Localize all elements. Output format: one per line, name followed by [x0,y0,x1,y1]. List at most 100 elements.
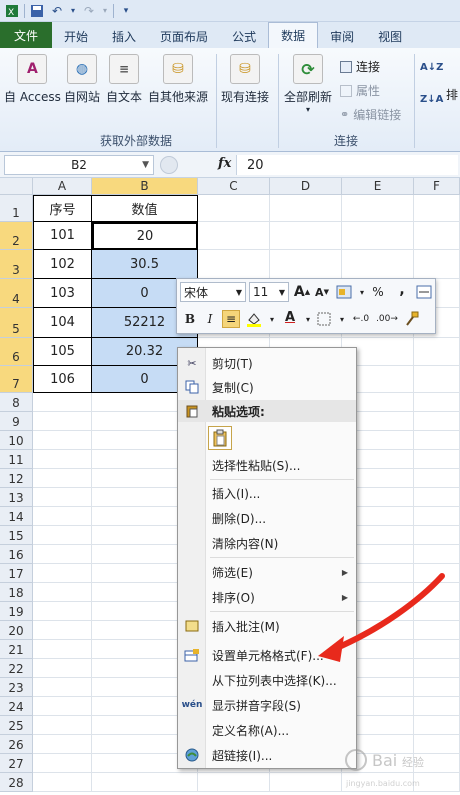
empty-cell[interactable] [33,773,92,792]
select-all-corner[interactable] [0,178,33,195]
empty-cell[interactable] [414,507,460,526]
row-header[interactable]: 18 [0,583,33,602]
insert-function-icon[interactable]: fx [218,156,231,171]
column-header-b[interactable]: B [92,178,198,195]
row-header[interactable]: 6 [0,338,33,366]
empty-cell[interactable] [33,621,92,640]
row-header[interactable]: 7 [0,366,33,393]
tab-insert[interactable]: 插入 [100,24,148,48]
font-size-box[interactable]: 11 ▼ [249,282,289,302]
cell-b2[interactable]: 20 [92,222,198,250]
redo-dropdown-icon[interactable]: ▾ [101,3,109,19]
font-size-dropdown-icon[interactable]: ▼ [279,288,285,297]
cell-styles-icon[interactable] [335,283,353,301]
menu-item-clear-contents[interactable]: 清除内容(N) [178,532,356,554]
from-access-button[interactable]: A 自 Access [4,54,61,105]
cell-a3[interactable]: 102 [33,250,92,279]
empty-cell[interactable] [414,526,460,545]
row-header[interactable]: 9 [0,412,33,431]
column-header-d[interactable]: D [270,178,342,195]
tab-formulas[interactable]: 公式 [220,24,268,48]
column-header-a[interactable]: A [33,178,92,195]
row-header[interactable]: 12 [0,469,33,488]
cell-a2[interactable]: 101 [33,222,92,250]
empty-cell[interactable] [414,545,460,564]
empty-cell[interactable] [33,545,92,564]
redo-icon[interactable]: ↷ [81,3,97,19]
customize-toolbar-icon[interactable]: ▾ [118,3,134,19]
undo-icon[interactable]: ↶ [49,3,65,19]
empty-cell[interactable] [33,716,92,735]
from-other-sources-button[interactable]: ⛁ 自其他来源 [148,54,208,105]
font-name-box[interactable]: 宋体 ▼ [180,282,246,302]
tab-page-layout[interactable]: 页面布局 [148,24,220,48]
empty-cell[interactable] [414,338,460,366]
row-header[interactable]: 22 [0,659,33,678]
format-painter-icon[interactable] [403,310,421,328]
empty-cell[interactable] [33,412,92,431]
sort-asc-icon[interactable]: A↓Z [420,62,443,73]
row-header[interactable]: 21 [0,640,33,659]
row-header[interactable]: 3 [0,250,33,279]
empty-cell[interactable] [270,250,342,279]
empty-cell[interactable] [33,754,92,773]
row-header[interactable]: 16 [0,545,33,564]
column-header-c[interactable]: C [198,178,270,195]
formula-input[interactable]: 20 [236,155,458,175]
cell-b3[interactable]: 30.5 [92,250,198,279]
connections-button[interactable]: 连接 [340,58,380,75]
row-header[interactable]: 14 [0,507,33,526]
row-header[interactable]: 23 [0,678,33,697]
row-header[interactable]: 10 [0,431,33,450]
row-header[interactable]: 13 [0,488,33,507]
empty-cell[interactable] [33,602,92,621]
menu-item-define-name[interactable]: 定义名称(A)... [178,719,356,741]
save-icon[interactable] [29,3,45,19]
empty-cell[interactable] [33,659,92,678]
empty-cell[interactable] [33,393,92,412]
formula-bar-handle[interactable] [160,156,178,174]
cell-a1[interactable]: 序号 [33,195,92,222]
empty-cell[interactable] [342,195,414,222]
row-header[interactable]: 2 [0,222,33,250]
comma-style-button[interactable]: , [393,281,411,299]
cell-a5[interactable]: 104 [33,308,92,338]
empty-cell[interactable] [33,469,92,488]
row-header[interactable]: 27 [0,754,33,773]
empty-cell[interactable] [414,412,460,431]
empty-cell[interactable] [270,195,342,222]
empty-cell[interactable] [414,678,460,697]
from-text-button[interactable]: ≡ 自文本 [106,54,142,105]
tab-file[interactable]: 文件 [0,22,53,48]
paste-option-button[interactable] [208,426,232,450]
empty-cell[interactable] [270,773,342,792]
empty-cell[interactable] [33,564,92,583]
refresh-all-button[interactable]: ⟳ 全部刷新 ▾ [284,54,332,114]
cell-b1[interactable]: 数值 [92,195,198,222]
empty-cell[interactable] [33,678,92,697]
name-box-dropdown-icon[interactable]: ▼ [142,160,149,170]
from-web-button[interactable]: ◍ 自网站 [64,54,100,105]
row-header[interactable]: 4 [0,279,33,308]
empty-cell[interactable] [33,488,92,507]
row-header[interactable]: 1 [0,195,33,222]
empty-cell[interactable] [414,393,460,412]
empty-cell[interactable] [414,488,460,507]
empty-cell[interactable] [414,222,460,250]
empty-cell[interactable] [33,583,92,602]
column-header-f[interactable]: F [414,178,460,195]
empty-cell[interactable] [342,250,414,279]
fill-color-icon[interactable] [245,310,263,328]
menu-item-insert[interactable]: 插入(I)... [178,482,356,504]
font-color-icon[interactable]: A [281,308,299,326]
menu-item-hyperlink[interactable]: 超链接(I)... [178,744,356,766]
existing-connections-button[interactable]: ⛁ 现有连接 [221,54,269,105]
tab-home[interactable]: 开始 [52,24,100,48]
tab-review[interactable]: 审阅 [318,24,366,48]
font-dropdown-icon[interactable]: ▼ [236,288,242,297]
name-box[interactable]: B2 ▼ [4,155,154,175]
empty-cell[interactable] [342,222,414,250]
menu-item-cut[interactable]: ✂ 剪切(T) [178,352,356,374]
empty-cell[interactable] [270,222,342,250]
menu-item-copy[interactable]: 复制(C) [178,376,356,398]
